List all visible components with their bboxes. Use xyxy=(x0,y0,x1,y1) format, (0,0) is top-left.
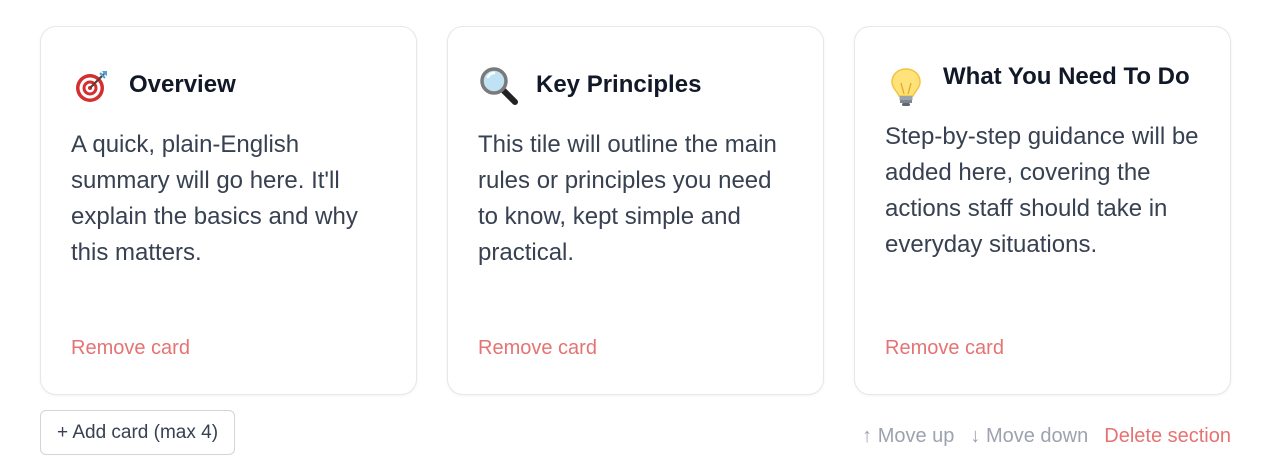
section-actions: ↑ Move up ↓ Move down Delete section xyxy=(862,424,1231,448)
delete-section-button[interactable]: Delete section xyxy=(1104,424,1231,448)
card-title: Overview xyxy=(129,71,236,98)
card-row: Overview A quick, plain-English summary … xyxy=(40,26,1231,395)
card-body: This tile will outline the main rules or… xyxy=(478,131,777,266)
card-header: Key Principles xyxy=(478,65,793,107)
lightbulb-icon xyxy=(885,67,927,109)
card-body: A quick, plain-English summary will go h… xyxy=(71,131,358,266)
card-header: What You Need To Do xyxy=(885,57,1200,109)
remove-card-button[interactable]: Remove card xyxy=(71,337,190,360)
card-overview: Overview A quick, plain-English summary … xyxy=(40,26,417,395)
card-what-you-need-to-do: What You Need To Do Step-by-step guidanc… xyxy=(854,26,1231,395)
card-title: Key Principles xyxy=(536,71,702,98)
target-icon xyxy=(71,65,113,107)
move-down-button[interactable]: ↓ Move down xyxy=(970,424,1088,448)
card-header: Overview xyxy=(71,65,386,107)
remove-card-button[interactable]: Remove card xyxy=(478,337,597,360)
remove-card-button[interactable]: Remove card xyxy=(885,337,1004,360)
card-key-principles: Key Principles This tile will outline th… xyxy=(447,26,824,395)
magnifier-icon xyxy=(478,65,520,107)
card-title: What You Need To Do xyxy=(943,63,1190,90)
card-body: Step-by-step guidance will be added here… xyxy=(885,123,1199,258)
add-card-button[interactable]: + Add card (max 4) xyxy=(40,410,236,455)
move-up-button[interactable]: ↑ Move up xyxy=(862,424,954,448)
